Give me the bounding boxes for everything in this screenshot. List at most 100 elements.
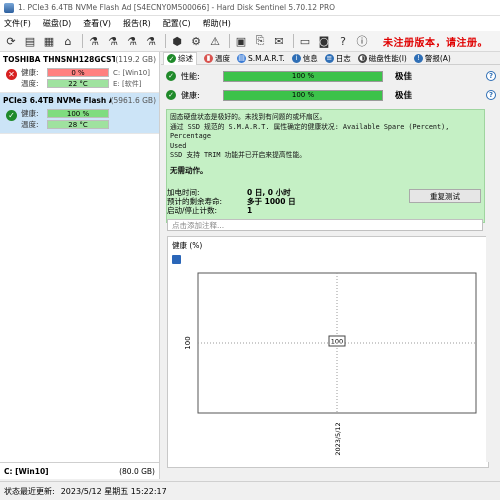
health-chart: 100 100 2023/5/12 [184, 272, 477, 456]
scrollbar[interactable] [486, 110, 498, 462]
y-tick-label: 100 [184, 336, 192, 349]
help-icon[interactable]: ? [486, 90, 496, 100]
tab-bar: ✓ 综述 ▮ 温度 ▤ S.M.A.R.T. i 信息 ≡ 日志 ◐ 磁盘性能(I) ! 警报… [161, 51, 500, 65]
gear-icon[interactable]: ⚙ [188, 33, 204, 49]
volume-name: C: [Win10] [4, 466, 49, 476]
health-bar: 100 % [223, 89, 383, 101]
info-line: 固态硬盘状态是极好的。未找到有问题的或坏扇区。 [170, 113, 327, 121]
disk-name: TOSHIBA THNSNH128GCST [3, 55, 116, 64]
tab-label: 温度 [215, 53, 230, 63]
temperature-label: 温度: [21, 79, 39, 88]
help-icon[interactable]: ? [335, 33, 351, 49]
tab-temperature[interactable]: ▮ 温度 [204, 53, 230, 64]
refresh-icon[interactable]: ⟳ [3, 33, 19, 49]
offline-test-icon[interactable]: ⚗ [143, 33, 159, 49]
info-icon[interactable]: ⓘ [354, 33, 370, 49]
menu-view[interactable]: 查看(V) [83, 18, 111, 29]
temperature-bar: 22 °C [47, 79, 109, 88]
check-icon: ✓ [167, 54, 176, 63]
health-row: ✓ 健康: 100 % 极佳 ? [161, 88, 500, 102]
monitor-icon[interactable]: ▭ [297, 33, 313, 49]
retest-button[interactable]: 重复测试 [409, 189, 481, 203]
copy-icon[interactable]: ⎘ [252, 33, 268, 49]
volume-label[interactable]: E: [软件] [113, 79, 141, 89]
report-icon[interactable]: ▤ [22, 33, 38, 49]
separator [82, 34, 83, 48]
save-icon[interactable]: ▣ [233, 33, 249, 49]
remaining-life-value: 多于 1000 日 [247, 197, 296, 206]
menu-report[interactable]: 报告(R) [123, 18, 151, 29]
health-bar: 0 % [47, 68, 109, 77]
start-stop-value: 1 [247, 206, 253, 215]
temperature-value: 28 °C [68, 120, 88, 129]
health-rating: 极佳 [395, 91, 413, 101]
note-input[interactable]: 点击添加注释... [167, 219, 483, 231]
check-icon: ✓ [166, 71, 176, 81]
start-stop-label: 启动/停止计数: [167, 206, 218, 215]
toolbar: ⟳ ▤ ▦ ⌂ ⚗ ⚗ ⚗ ⚗ ⬢ ⚙ ⚠ ▣ ⎘ ✉ ▭ ◙ ? ⓘ 未注册版… [0, 31, 500, 52]
menu-bar: 文件(F) 磁盘(D) 查看(V) 报告(R) 配置(C) 帮助(H) [0, 16, 500, 31]
chart-icon[interactable]: ▦ [41, 33, 57, 49]
ok-check-icon: ✓ [6, 110, 17, 121]
error-icon: ✕ [6, 69, 17, 80]
health-value: 0 % [71, 68, 85, 77]
disk-capacity: (5961.6 GB) [110, 96, 156, 105]
disk-list: TOSHIBA THNSNH128GCST (119.2 GB) ✕ 健康: 0… [0, 52, 160, 462]
tab-label: 警报(A) [424, 53, 451, 63]
separator [229, 34, 230, 48]
menu-config[interactable]: 配置(C) [163, 18, 191, 29]
disk-item-selected[interactable]: PCIe3 6.4TB NVMe Flash Ad (5961.6 GB) ✓ … [0, 93, 159, 134]
tab-info[interactable]: i 信息 [291, 53, 318, 64]
tab-log[interactable]: ≡ 日志 [324, 53, 351, 64]
disk-item[interactable]: TOSHIBA THNSNH128GCST (119.2 GB) ✕ 健康: 0… [0, 52, 159, 93]
performance-label: 性能: [181, 71, 200, 81]
separator [293, 34, 294, 48]
help-icon[interactable]: ? [486, 71, 496, 81]
send-icon[interactable]: ✉ [271, 33, 287, 49]
health-label: 健康: [21, 68, 39, 77]
home-icon[interactable]: ⌂ [60, 33, 76, 49]
tab-disk-performance[interactable]: ◐ 磁盘性能(I) [357, 53, 407, 64]
alert-icon[interactable]: ⚠ [207, 33, 223, 49]
detail-panel: ✓ 综述 ▮ 温度 ▤ S.M.A.R.T. i 信息 ≡ 日志 ◐ 磁盘性能(I) ! 警报… [161, 51, 500, 480]
tab-overview[interactable]: ✓ 综述 [163, 51, 197, 65]
health-bar: 100 % [47, 109, 109, 118]
separator [165, 34, 166, 48]
performance-row: ✓ 性能: 100 % 极佳 ? [161, 69, 500, 83]
check-icon: ✓ [166, 90, 176, 100]
volume-label[interactable]: C: [Win10] [113, 69, 150, 77]
app-icon [4, 2, 14, 13]
info-icon: i [291, 53, 301, 63]
info-line: 通过 SSD 规范的 S.M.A.R.T. 属性确定的健康状况: Availab… [170, 122, 450, 141]
health-value: 100 % [66, 109, 90, 118]
unregistered-notice[interactable]: 未注册版本，请注册。 [383, 34, 488, 49]
recommended-action: 无需动作。 [170, 165, 208, 175]
smart-test-icon[interactable]: ⚗ [124, 33, 140, 49]
volume-summary[interactable]: C: [Win10] (80.0 GB) [0, 462, 160, 479]
health-label: 健康: [181, 90, 200, 100]
start-stop-row: 启动/停止计数: 1 [167, 206, 252, 215]
smart-icon: ▤ [237, 53, 246, 63]
health-chart-panel: 健康 (%) 100 100 2023/5/12 [167, 236, 489, 468]
disk-test-icon[interactable]: ⚗ [86, 33, 102, 49]
tab-alerts[interactable]: ! 警报(A) [413, 53, 451, 64]
tab-smart[interactable]: ▤ S.M.A.R.T. [237, 53, 285, 63]
menu-disk[interactable]: 磁盘(D) [43, 18, 71, 29]
info-line: SSD 支持 TRIM 功能并已开启来提高性能。 [170, 151, 307, 159]
settings-icon[interactable]: ⬢ [169, 33, 185, 49]
camera-icon[interactable]: ◙ [316, 33, 332, 49]
info-line: Used [170, 141, 187, 150]
health-label: 健康: [21, 109, 39, 118]
status-label: 状态最近更新: [4, 486, 55, 496]
title-bar: 1. PCIe3 6.4TB NVMe Flash Ad [S4ECNY0M50… [0, 0, 500, 16]
performance-rating: 极佳 [395, 72, 413, 82]
volume-size: (80.0 GB) [119, 466, 155, 476]
tab-label: 磁盘性能(I) [368, 53, 407, 63]
temperature-label: 温度: [21, 120, 39, 129]
menu-help[interactable]: 帮助(H) [203, 18, 231, 29]
health-value: 100 % [291, 91, 315, 99]
status-bar: 状态最近更新: 2023/5/12 星期五 15:22:17 [0, 481, 500, 500]
menu-file[interactable]: 文件(F) [4, 18, 31, 29]
surface-test-icon[interactable]: ⚗ [105, 33, 121, 49]
disk-name: PCIe3 6.4TB NVMe Flash Ad [3, 96, 111, 105]
